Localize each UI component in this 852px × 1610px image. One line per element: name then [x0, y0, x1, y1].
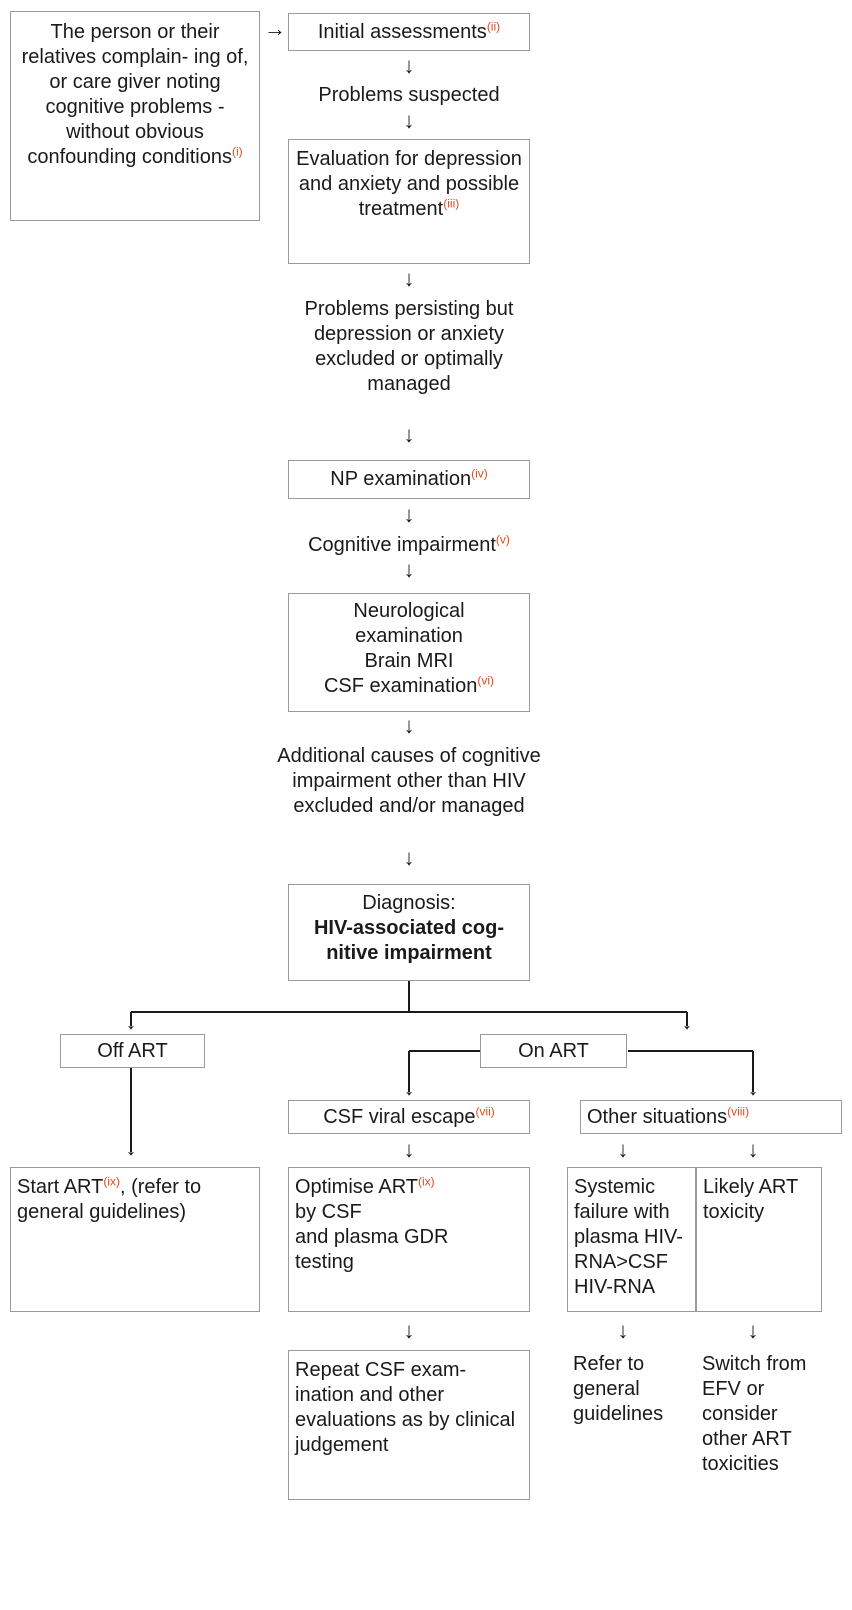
node-switch-efv: Switch from EFV or consider other ART to…	[702, 1352, 822, 1477]
node-optimise-art: Optimise ART(ix) by CSF and plasma GDR t…	[288, 1167, 530, 1312]
arrow-down-repeat-csf: ↓	[403, 1318, 415, 1343]
node-on-art-text: On ART	[518, 1039, 589, 1062]
node-diagnosis-value: HIV-associated cog- nitive impairment	[313, 917, 505, 964]
arrow-down-1: ↓	[403, 53, 415, 78]
node-diagnosis: Diagnosis: HIV-associated cog- nitive im…	[288, 884, 530, 981]
node-initial-assessments: Initial assessments(ii)	[288, 13, 530, 51]
node-problems-suspected: Problems suspected	[288, 83, 530, 108]
node-additional-causes-text: Additional causes of cognitive impairmen…	[277, 745, 541, 817]
footnote-marker-vii: (vii)	[475, 1103, 495, 1118]
node-additional-causes: Additional causes of cognitive impairmen…	[266, 744, 552, 819]
arrow-down-6: ↓	[403, 557, 415, 582]
node-person-complaint-text: The person or their relatives complain- …	[21, 21, 249, 168]
node-problems-suspected-text: Problems suspected	[318, 84, 500, 106]
node-off-art: Off ART	[60, 1034, 205, 1068]
arrow-down-refer-general: ↓	[617, 1318, 629, 1343]
node-np-examination: NP examination(iv)	[288, 460, 530, 499]
node-cognitive-impairment: Cognitive impairment(v)	[274, 533, 544, 558]
node-evaluation-depression-text: Evaluation for depression and anxiety an…	[296, 148, 522, 220]
footnote-marker-iii: (iii)	[443, 196, 460, 211]
arrow-down-5: ↓	[403, 502, 415, 527]
node-refer-general-text: Refer to general guidelines	[573, 1353, 664, 1425]
node-other-situations-text: Other situations	[587, 1105, 728, 1128]
node-diagnosis-label: Diagnosis:	[362, 892, 456, 914]
node-systemic-failure-text: Systemic failure with plasma HIV-RNA>CSF…	[574, 1176, 683, 1298]
node-systemic-failure: Systemic failure with plasma HIV-RNA>CSF…	[567, 1167, 696, 1312]
node-np-examination-text: NP examination	[330, 468, 472, 490]
node-problems-persisting: Problems persisting but depression or an…	[274, 297, 544, 397]
arrow-right-to-initial: →	[264, 16, 286, 41]
arrow-down-other-situations: ↓	[747, 1075, 759, 1100]
node-initial-assessments-text: Initial assessments	[317, 20, 487, 43]
arrow-down-7: ↓	[403, 713, 415, 738]
footnote-marker-v: (v)	[495, 532, 510, 547]
node-csf-viral-escape: CSF viral escape(vii)	[288, 1100, 530, 1134]
footnote-marker-ix-start: (ix)	[103, 1174, 120, 1189]
arrow-down-2: ↓	[403, 108, 415, 133]
node-optimise-art-line4: testing	[295, 1251, 354, 1273]
node-person-complaint: The person or their relatives complain- …	[10, 11, 260, 221]
arrow-down-likely-toxicity: ↓	[747, 1137, 759, 1162]
node-repeat-csf-text: Repeat CSF exam- ination and other evalu…	[295, 1359, 516, 1456]
node-likely-toxicity: Likely ART toxicity	[696, 1167, 822, 1312]
arrow-down-csf-escape: ↓	[403, 1075, 415, 1100]
arrow-down-on-art: ↓	[681, 1009, 693, 1034]
node-likely-toxicity-text: Likely ART toxicity	[703, 1176, 798, 1223]
footnote-marker-iv: (iv)	[471, 466, 488, 481]
node-on-art: On ART	[480, 1034, 627, 1068]
flowchart-canvas: The person or their relatives complain- …	[0, 0, 852, 1610]
arrow-down-off-art: ↓	[125, 1009, 137, 1034]
arrow-down-4: ↓	[403, 422, 415, 447]
node-start-art: Start ART(ix), (refer to general guideli…	[10, 1167, 260, 1312]
node-neuro-exam-line3: Brain MRI	[364, 650, 454, 672]
footnote-marker-viii: (viii)	[727, 1103, 750, 1118]
arrow-down-8: ↓	[403, 845, 415, 870]
node-evaluation-depression: Evaluation for depression and anxiety an…	[288, 139, 530, 264]
arrow-down-optimise-art: ↓	[403, 1137, 415, 1162]
node-refer-general: Refer to general guidelines	[573, 1352, 691, 1427]
arrow-down-start-art: ↓	[125, 1135, 137, 1160]
node-other-situations: Other situations(viii)	[580, 1100, 842, 1134]
node-neuro-exam-line2: examination	[355, 625, 463, 647]
node-csf-viral-escape-text: CSF viral escape	[323, 1105, 476, 1128]
footnote-marker-vi: (vi)	[477, 673, 495, 688]
node-start-art-prefix: Start ART	[17, 1176, 104, 1198]
node-repeat-csf: Repeat CSF exam- ination and other evalu…	[288, 1350, 530, 1500]
node-problems-persisting-text: Problems persisting but depression or an…	[304, 298, 514, 395]
node-optimise-art-prefix: Optimise ART	[295, 1176, 418, 1198]
node-optimise-art-line2: by CSF	[295, 1201, 362, 1223]
node-neuro-exam: Neurological examination Brain MRI CSF e…	[288, 593, 530, 712]
node-switch-efv-text: Switch from EFV or consider other ART to…	[702, 1353, 807, 1475]
node-optimise-art-line3: and plasma GDR	[295, 1226, 449, 1248]
footnote-marker-ix-optimise: (ix)	[418, 1174, 435, 1189]
arrow-down-switch-efv: ↓	[747, 1318, 759, 1343]
node-cognitive-impairment-text: Cognitive impairment	[308, 534, 496, 556]
arrow-down-3: ↓	[403, 266, 415, 291]
node-neuro-exam-line4: CSF examination(vi)	[323, 673, 495, 697]
arrow-down-systemic-failure: ↓	[617, 1137, 629, 1162]
footnote-marker-ii: (ii)	[486, 18, 501, 33]
node-neuro-exam-line1: Neurological	[353, 600, 465, 622]
node-off-art-text: Off ART	[97, 1039, 168, 1062]
footnote-marker-i: (i)	[231, 144, 243, 159]
